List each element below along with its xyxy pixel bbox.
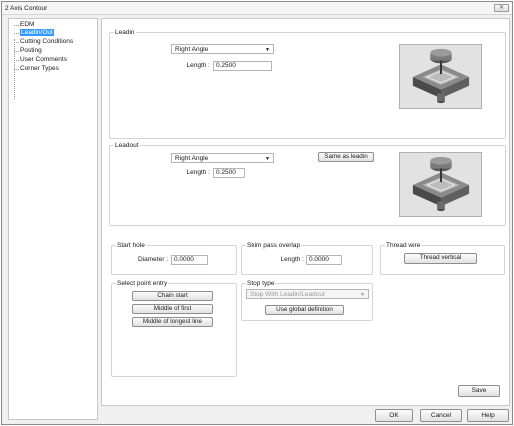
select-point-entry-group-label: Select point entry — [116, 280, 169, 288]
leadout-preview-image — [399, 152, 482, 217]
tree-item-label: Cutting Conditions — [20, 38, 74, 45]
leadout-type-value: Right Angle — [175, 155, 209, 162]
window-title: 2 Axis Contour — [5, 5, 48, 12]
ok-button[interactable]: OK — [375, 409, 413, 422]
leadout-type-select[interactable]: Right Angle ▼ — [171, 153, 274, 163]
same-as-leadin-button[interactable]: Same as leadin — [318, 152, 374, 162]
chevron-down-icon: ▼ — [265, 156, 270, 162]
start-hole-group-label: Start hole — [116, 242, 146, 250]
chevron-down-icon: ▼ — [360, 292, 365, 298]
use-global-definition-button[interactable]: Use global definition — [265, 305, 344, 315]
leadout-length-label: Length : — [186, 169, 211, 176]
close-button[interactable]: ✕ — [494, 4, 509, 12]
thread-wire-group: Thread wire Thread vertical — [380, 242, 505, 275]
leadin-type-select[interactable]: Right Angle ▼ — [171, 44, 274, 54]
title-bar: 2 Axis Contour ✕ — [2, 2, 512, 15]
tree-item-label: Leadin/Out — [20, 29, 54, 36]
tree-item-cutting-conditions[interactable]: Cutting Conditions — [13, 38, 73, 46]
leadin-group-label: Leadin — [114, 29, 136, 37]
dialog-window: 2 Axis Contour ✕ EDM Leadin/Out Cutting … — [1, 1, 513, 425]
leadin-group: Leadin Right Angle ▼ Length : 0.2500 — [109, 29, 506, 139]
properties-panel: Leadin Right Angle ▼ Length : 0.2500 Lea… — [101, 18, 510, 406]
tree-item-posting[interactable]: Posting — [13, 47, 42, 55]
leadin-length-label: Length : — [186, 62, 211, 69]
leadout-group-label: Leadout — [114, 142, 140, 150]
select-point-entry-group: Select point entry Chain start Middle of… — [111, 280, 237, 377]
tree-item-corner-types[interactable]: Corner Types — [13, 65, 59, 73]
part-preview-icon — [412, 156, 470, 212]
leadout-length-input[interactable]: 0.2500 — [213, 168, 245, 178]
chain-start-button[interactable]: Chain start — [132, 291, 213, 301]
part-preview-icon — [412, 48, 470, 104]
skim-length-label: Length : — [280, 256, 305, 263]
stop-type-select[interactable]: Stop With Leadin/Leadout ▼ — [246, 289, 369, 299]
tree-item-label: User Comments — [20, 56, 67, 63]
stop-type-value: Stop With Leadin/Leadout — [250, 291, 325, 298]
tree-item-label: Corner Types — [20, 65, 59, 72]
skim-pass-group: Skim pass overlap Length : 0.0000 — [241, 242, 373, 275]
stop-type-group-label: Stop type — [246, 280, 276, 288]
middle-of-first-button[interactable]: Middle of first — [132, 304, 213, 314]
skim-pass-group-label: Skim pass overlap — [246, 242, 302, 250]
skim-length-input[interactable]: 0.0000 — [306, 255, 342, 265]
tree-item-edm[interactable]: EDM — [13, 21, 34, 29]
diameter-label: Diameter : — [138, 256, 168, 263]
cancel-button[interactable]: Cancel — [420, 409, 462, 422]
leadout-group: Leadout Right Angle ▼ Same as leadin Len… — [109, 142, 506, 226]
tree-item-leadin-out[interactable]: Leadin/Out — [13, 29, 54, 37]
thread-wire-group-label: Thread wire — [385, 242, 422, 250]
save-button[interactable]: Save — [458, 385, 500, 397]
tree-item-user-comments[interactable]: User Comments — [13, 56, 67, 64]
middle-of-longest-line-button[interactable]: Middle of longest line — [132, 317, 213, 327]
thread-vertical-button[interactable]: Thread vertical — [404, 253, 477, 264]
leadin-preview-image — [399, 44, 482, 109]
tree-item-label: Posting — [20, 47, 42, 54]
navigation-tree: EDM Leadin/Out Cutting Conditions Postin… — [8, 18, 98, 420]
close-icon: ✕ — [498, 5, 505, 11]
diameter-input[interactable]: 0.0000 — [171, 255, 208, 265]
chevron-down-icon: ▼ — [265, 47, 270, 53]
leadin-length-input[interactable]: 0.2500 — [213, 61, 272, 71]
leadin-type-value: Right Angle — [175, 46, 209, 53]
start-hole-group: Start hole Diameter : 0.0000 — [111, 242, 237, 275]
help-button[interactable]: Help — [467, 409, 509, 422]
tree-item-label: EDM — [20, 21, 35, 28]
stop-type-group: Stop type Stop With Leadin/Leadout ▼ Use… — [241, 280, 373, 321]
